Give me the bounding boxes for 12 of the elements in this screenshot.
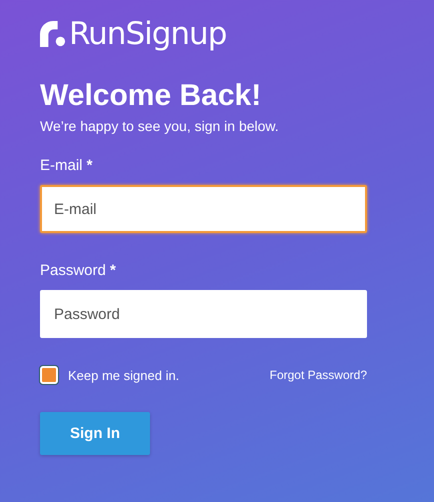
subheading: We’re happy to see you, sign in below. [40, 118, 280, 134]
field-label: Password * [40, 261, 116, 281]
sign-in-button[interactable]: Sign In [40, 412, 150, 455]
logo-text: RunSignup [69, 16, 226, 52]
input-field[interactable]: E-mail [40, 185, 367, 233]
logo-icon [40, 21, 66, 47]
field-label: E-mail * [40, 156, 93, 176]
checkbox-label: Keep me signed in. [68, 368, 180, 382]
checkbox[interactable] [40, 366, 58, 384]
input-field[interactable]: Password [40, 290, 367, 338]
forgot-password-link[interactable]: Forgot Password? [270, 368, 367, 382]
heading: Welcome Back! [40, 78, 262, 114]
